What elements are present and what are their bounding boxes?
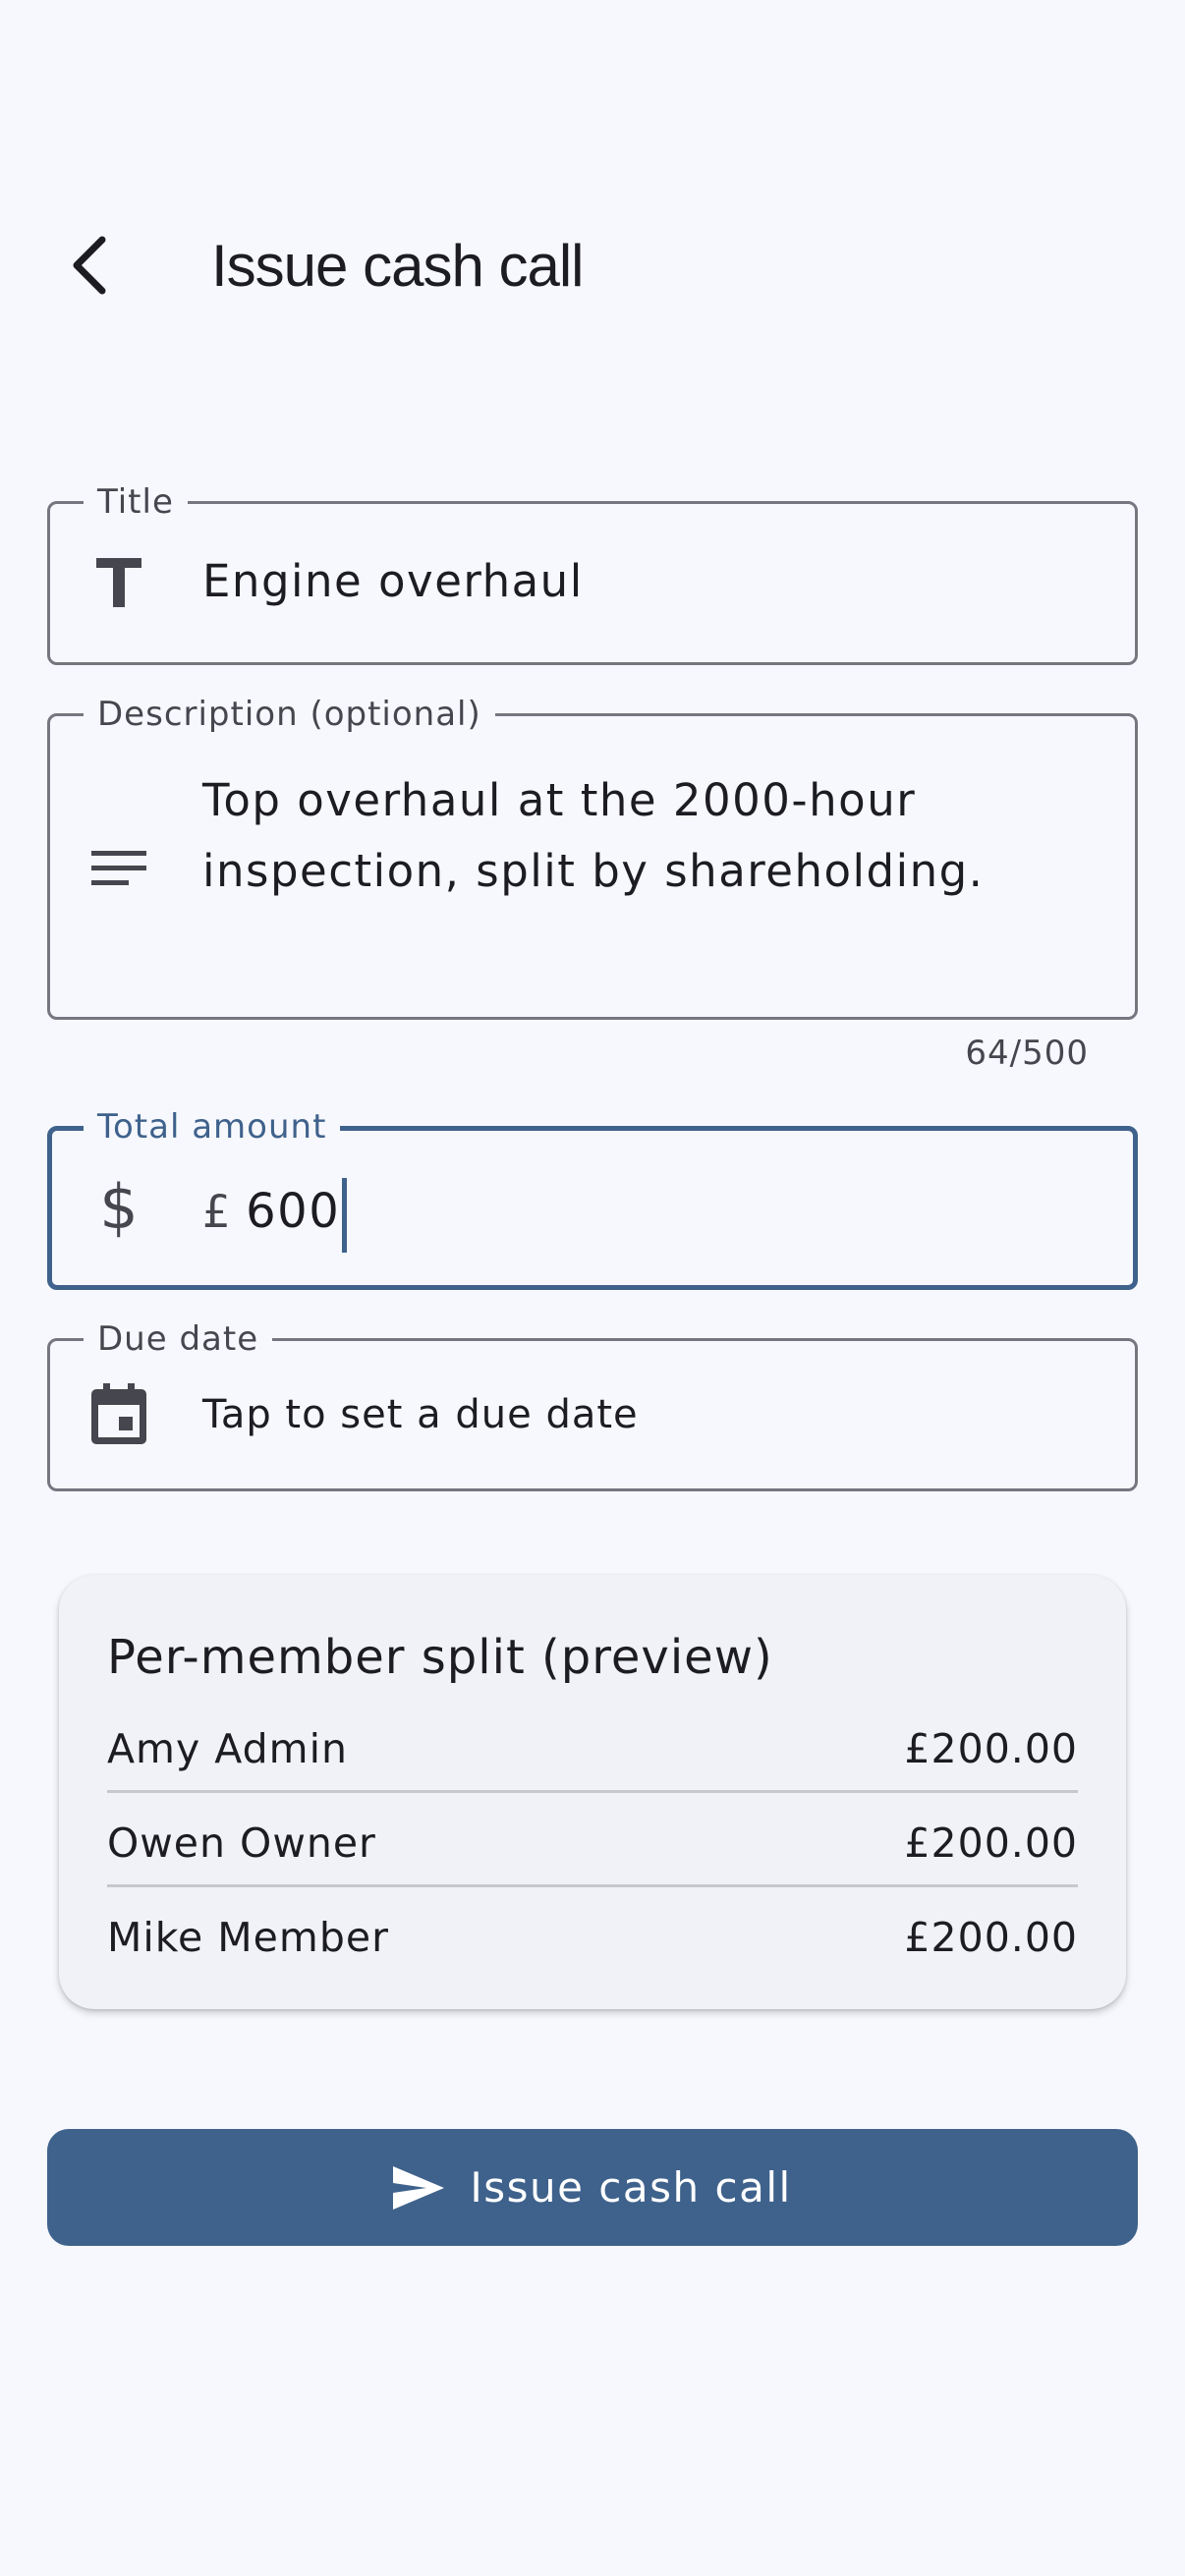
total-amount-field[interactable]: Total amount $ £600 (47, 1107, 1138, 1290)
text-format-icon (89, 553, 148, 612)
notes-icon (89, 839, 148, 898)
text-caret (342, 1178, 348, 1253)
total-amount-input[interactable]: £600 (202, 1178, 348, 1253)
issue-cash-call-button[interactable]: Issue cash call (47, 2129, 1138, 2246)
member-name: Owen Owner (107, 1820, 376, 1867)
split-preview-title: Per-member split (preview) (107, 1630, 773, 1685)
currency-prefix: £ (202, 1186, 233, 1238)
send-icon (393, 2165, 445, 2210)
due-date-field[interactable]: Due date Tap to set a due date (47, 1319, 1138, 1491)
divider (107, 1790, 1078, 1793)
title-field-label: Title (84, 482, 188, 522)
due-date-input[interactable]: Tap to set a due date (202, 1392, 639, 1437)
description-input[interactable]: Top overhaul at the 2000-hour inspection… (202, 765, 984, 907)
divider (107, 1884, 1078, 1887)
chevron-left-icon (73, 236, 106, 295)
member-amount: £200.00 (904, 1820, 1078, 1867)
title-field[interactable]: Title Engine overhaul (47, 482, 1138, 665)
description-field[interactable]: Description (optional) Top overhaul at t… (47, 695, 1138, 1020)
description-field-label: Description (optional) (84, 695, 495, 734)
split-row: Amy Admin £200.00 (107, 1702, 1078, 1796)
member-amount: £200.00 (904, 1914, 1078, 1961)
split-row: Owen Owner £200.00 (107, 1796, 1078, 1890)
amount-value: 600 (246, 1184, 341, 1239)
dollar-icon: $ (99, 1170, 139, 1243)
back-button[interactable] (39, 216, 138, 314)
character-counter: 64/500 (965, 1034, 1089, 1073)
member-name: Mike Member (107, 1914, 389, 1961)
app-bar: Issue cash call (0, 187, 1185, 344)
total-amount-field-label: Total amount (84, 1107, 341, 1147)
page-title: Issue cash call (211, 233, 585, 299)
calendar-icon (89, 1383, 148, 1444)
title-input[interactable]: Engine overhaul (202, 555, 584, 607)
split-preview-card: Per-member split (preview) Amy Admin £20… (59, 1575, 1126, 2009)
due-date-field-label: Due date (84, 1319, 273, 1359)
description-line: inspection, split by shareholding. (202, 845, 985, 897)
split-row: Mike Member £200.00 (107, 1890, 1078, 1985)
member-amount: £200.00 (904, 1725, 1078, 1772)
issue-cash-call-label: Issue cash call (470, 2163, 792, 2212)
member-name: Amy Admin (107, 1725, 348, 1772)
description-line: Top overhaul at the 2000-hour (202, 774, 917, 826)
